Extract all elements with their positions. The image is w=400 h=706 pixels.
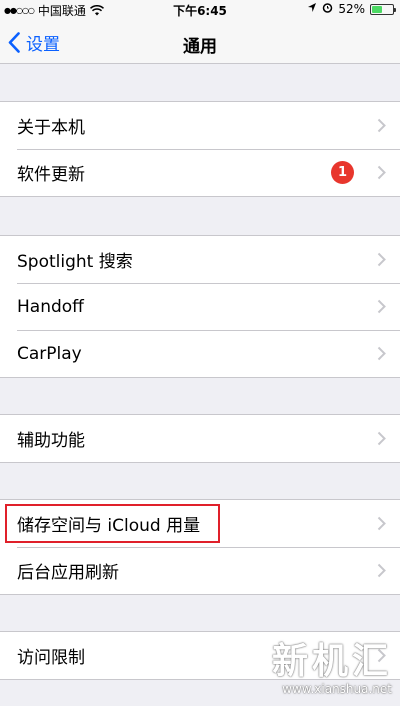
settings-group-about: 关于本机 软件更新 1 bbox=[0, 101, 400, 197]
row-label: Spotlight 搜索 bbox=[17, 252, 133, 272]
row-label: 关于本机 bbox=[17, 118, 85, 138]
battery-icon bbox=[370, 3, 396, 15]
nav-bar: 设置 通用 bbox=[0, 20, 400, 64]
watermark-url: www.xianshua.net bbox=[282, 682, 392, 696]
status-bar: ●●○○○ 中国联通 下午6:45 52% bbox=[0, 0, 400, 20]
watermark: 新机汇 www.xianshua.net bbox=[271, 641, 392, 697]
chevron-right-icon bbox=[377, 346, 386, 361]
highlight-annotation-box bbox=[5, 504, 220, 543]
row-label: 软件更新 bbox=[17, 165, 85, 185]
chevron-right-icon bbox=[377, 563, 386, 578]
row-label: CarPlay bbox=[17, 343, 82, 364]
row-carplay[interactable]: CarPlay bbox=[0, 330, 400, 377]
row-software-update[interactable]: 软件更新 1 bbox=[0, 149, 400, 196]
status-right: 52% bbox=[307, 2, 396, 16]
chevron-right-icon bbox=[377, 431, 386, 446]
page-title: 通用 bbox=[183, 37, 217, 57]
alarm-icon bbox=[322, 2, 333, 16]
row-background-refresh[interactable]: 后台应用刷新 bbox=[0, 547, 400, 594]
chevron-right-icon bbox=[377, 516, 386, 531]
location-icon bbox=[307, 2, 317, 16]
chevron-right-icon bbox=[377, 252, 386, 267]
battery-level bbox=[372, 5, 383, 13]
row-label: 后台应用刷新 bbox=[17, 563, 119, 583]
row-label: 辅助功能 bbox=[17, 431, 85, 451]
chevron-right-icon bbox=[377, 118, 386, 133]
update-badge: 1 bbox=[331, 161, 354, 184]
settings-group-features: Spotlight 搜索 Handoff CarPlay bbox=[0, 235, 400, 378]
settings-group-accessibility: 辅助功能 bbox=[0, 414, 400, 463]
chevron-right-icon bbox=[377, 299, 386, 314]
watermark-logo: 新机汇 bbox=[271, 641, 392, 682]
row-label: 访问限制 bbox=[17, 648, 85, 668]
row-spotlight[interactable]: Spotlight 搜索 bbox=[0, 236, 400, 283]
row-accessibility[interactable]: 辅助功能 bbox=[0, 415, 400, 462]
row-handoff[interactable]: Handoff bbox=[0, 283, 400, 330]
chevron-right-icon bbox=[377, 165, 386, 180]
row-about[interactable]: 关于本机 bbox=[0, 102, 400, 149]
battery-percent: 52% bbox=[338, 2, 365, 16]
row-label: Handoff bbox=[17, 296, 84, 317]
